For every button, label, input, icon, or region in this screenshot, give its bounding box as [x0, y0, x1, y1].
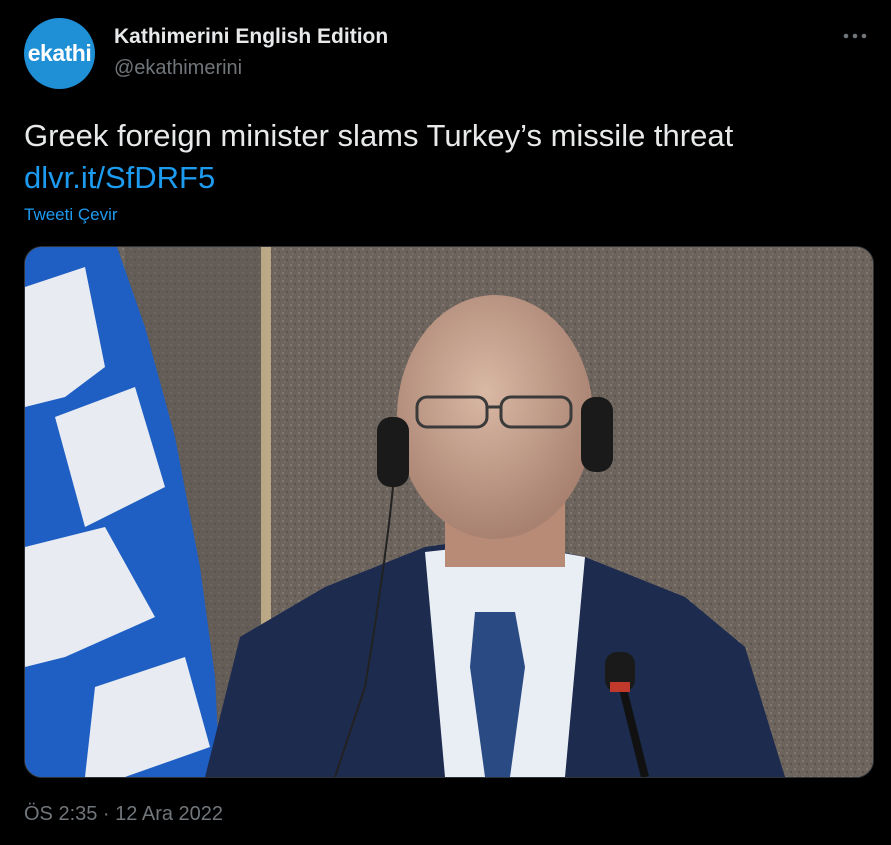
user-handle[interactable]: @ekathimerini	[114, 57, 242, 80]
avatar-logo-text: ekathi	[27, 40, 92, 66]
avatar[interactable]: ekathi	[24, 18, 95, 89]
tweet[interactable]: ekathi Kathimerini English Edition @ekat…	[0, 0, 891, 845]
tweet-timestamp[interactable]: ÖS 2:35 · 12 Ara 2022	[24, 803, 223, 826]
tweet-photo[interactable]	[24, 246, 874, 778]
tweet-body: Greek foreign minister slams Turkey’s mi…	[24, 118, 734, 153]
tweet-text: Greek foreign minister slams Turkey’s mi…	[24, 115, 864, 199]
translate-tweet-link[interactable]: Tweeti Çevir	[24, 205, 118, 225]
more-horizontal-icon	[843, 33, 867, 39]
tweet-link[interactable]: dlvr.it/SfDRF5	[24, 157, 864, 199]
more-options-button[interactable]	[841, 22, 869, 50]
photo-illustration	[25, 247, 873, 777]
display-name[interactable]: Kathimerini English Edition	[114, 25, 388, 49]
